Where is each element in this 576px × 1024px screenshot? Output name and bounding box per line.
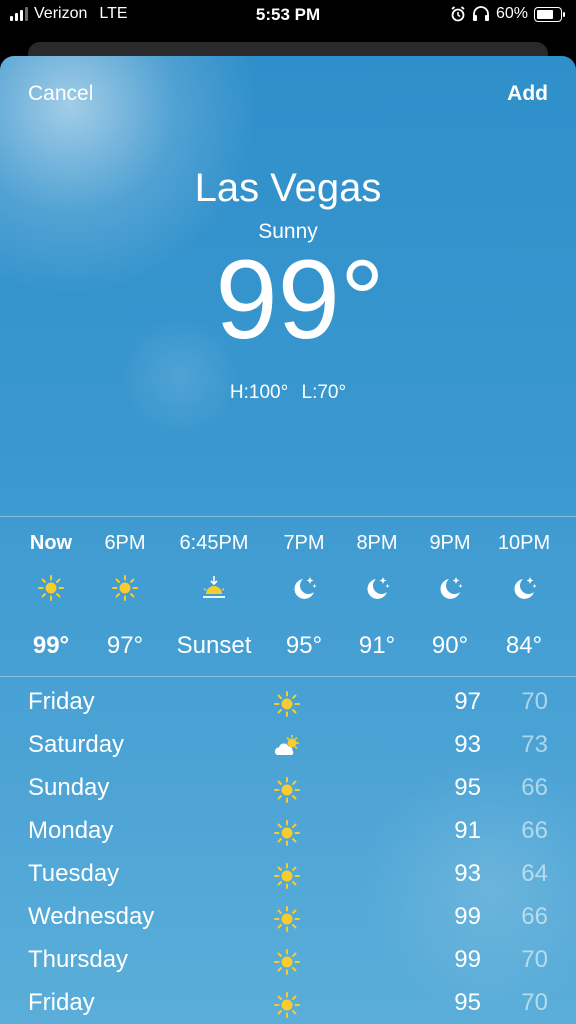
moon-stars-icon [363, 574, 391, 602]
day-name: Wednesday [28, 903, 155, 930]
hour-label: 6:45PM [179, 532, 249, 554]
hour-temp: 84° [505, 632, 543, 659]
divider [0, 516, 576, 517]
hour-label: 10PM [497, 532, 551, 554]
hour-temp: 97° [106, 632, 144, 659]
day-low: 73 [521, 731, 548, 758]
moon-stars-icon [290, 574, 318, 602]
sunset-icon [203, 576, 225, 598]
day-name: Sunday [28, 774, 110, 801]
daily-row: Friday 95 70 [0, 987, 576, 1024]
partly-cloudy-icon [274, 735, 299, 755]
day-low: 64 [521, 860, 548, 887]
day-name: Friday [28, 989, 95, 1016]
current-temperature: 99° [215, 237, 385, 362]
sun-icon [272, 819, 302, 847]
day-name: Friday [28, 688, 95, 715]
day-low: 70 [521, 989, 548, 1016]
day-high: 91 [454, 817, 481, 844]
daily-row: Wednesday 99 66 [0, 901, 576, 944]
sun-icon [111, 574, 139, 602]
battery-icon [534, 6, 565, 22]
sun-icon [272, 948, 302, 976]
day-high: 99 [454, 903, 481, 930]
daily-row: Monday 91 66 [0, 815, 576, 858]
day-name: Saturday [28, 731, 125, 758]
cancel-button[interactable]: Cancel [28, 82, 93, 106]
day-high: 93 [454, 731, 481, 758]
day-high: 93 [454, 860, 481, 887]
sun-icon [37, 574, 65, 602]
headphones-icon [472, 6, 489, 21]
high-low: H:100° L:70° [229, 382, 347, 403]
day-high: 99 [454, 946, 481, 973]
day-low: 66 [521, 774, 548, 801]
hour-label: 1 [569, 532, 576, 555]
day-low: 70 [521, 946, 548, 973]
alarm-icon [451, 6, 465, 22]
hour-temp: Sunset [176, 632, 252, 659]
moon-stars-icon [436, 574, 464, 602]
day-low: 66 [521, 903, 548, 930]
daily-row: Friday 97 70 [0, 686, 576, 729]
sun-icon [272, 991, 302, 1019]
day-high: 95 [454, 989, 481, 1016]
status-right: 60% [450, 5, 565, 23]
sun-icon [272, 776, 302, 804]
status-bar: Verizon LTE 5:53 PM 60% [0, 0, 576, 30]
city-name: Las Vegas [194, 166, 382, 210]
hourly-forecast[interactable]: Now 99° 6PM 97° 6:45PM Sunset 7PM 95° 8P… [0, 518, 576, 674]
daily-row: Saturday 93 73 [0, 729, 576, 772]
daily-row: Sunday 95 66 [0, 772, 576, 815]
daily-row: Thursday 99 70 [0, 944, 576, 987]
day-high: 95 [454, 774, 481, 801]
day-low: 70 [521, 688, 548, 715]
day-high: 97 [454, 688, 481, 715]
daily-row: Tuesday 93 64 [0, 858, 576, 901]
day-low: 66 [521, 817, 548, 844]
moon-stars-icon [510, 574, 538, 602]
add-button[interactable]: Add [507, 82, 548, 106]
battery-percent: 60% [495, 5, 528, 22]
hour-label: 6PM [104, 532, 146, 554]
day-name: Thursday [28, 946, 129, 973]
sun-icon [272, 690, 302, 718]
weather-sheet: Cancel Add Las Vegas Sunny 99° H:100° L:… [0, 56, 576, 1024]
day-name: Tuesday [28, 860, 120, 887]
divider [0, 676, 576, 677]
sun-icon [272, 905, 302, 933]
day-name: Monday [28, 817, 114, 844]
sun-icon [272, 862, 302, 890]
